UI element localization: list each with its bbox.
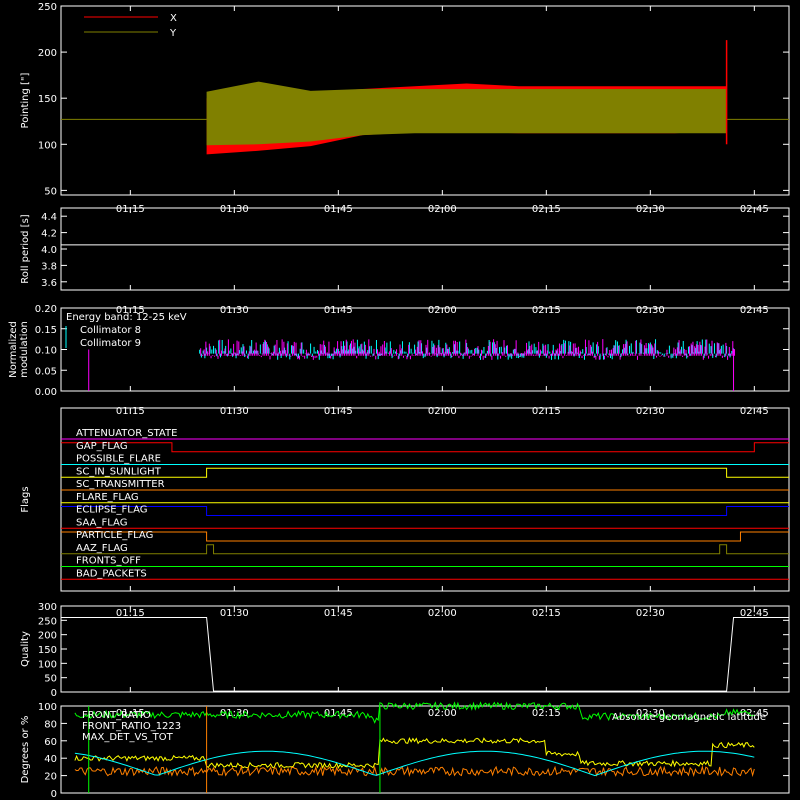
y-tick-label: 4.0 xyxy=(41,245,57,256)
flag-label-eclipse-flag: ECLIPSE_FLAG xyxy=(76,505,147,516)
flag-line-gap-flag xyxy=(61,442,789,453)
y-tick-label: 0 xyxy=(51,688,57,699)
y-tick-label: 4.2 xyxy=(41,229,57,240)
plot-frame xyxy=(60,605,790,693)
y-tick-label: 0.15 xyxy=(35,325,57,336)
x-tick-label: 02:00 xyxy=(428,708,457,719)
y-pointing-band xyxy=(206,81,727,146)
y-axis-label: Quality xyxy=(20,631,31,667)
legend-label-front-ratio: FRONT_RATIO xyxy=(82,710,151,721)
legend-label-max-det-vs-tot: MAX_DET_VS_TOT xyxy=(82,732,174,743)
flag-label-gap-flag: GAP_FLAG xyxy=(76,441,128,452)
y-tick-label: 0 xyxy=(51,789,57,800)
flag-label-particle-flag: PARTICLE_FLAG xyxy=(76,530,153,541)
flag-label-sc-in-sunlight: SC_IN_SUNLIGHT xyxy=(76,466,162,477)
y-tick-label: 100 xyxy=(38,659,57,670)
y-tick-label: 4.4 xyxy=(41,212,57,223)
flag-line-eclipse-flag xyxy=(61,506,789,516)
y-tick-label: 50 xyxy=(44,674,57,685)
y-tick-label: 20 xyxy=(44,772,57,783)
flag-label-aaz-flag: AAZ_FLAG xyxy=(76,543,128,554)
y-tick-label: 0.00 xyxy=(35,387,57,398)
legend-label-y: Y xyxy=(169,28,177,39)
y-tick-label: 200 xyxy=(38,631,57,642)
legend-label-front-ratio-1223: FRONT_RATIO_1223 xyxy=(82,721,181,732)
energy-band-annotation: Energy band: 12-25 keV xyxy=(66,312,187,323)
y-tick-label: 250 xyxy=(38,2,57,13)
y-tick-label: 0.20 xyxy=(35,304,57,315)
y-axis-label: Pointing ["] xyxy=(20,72,31,128)
y-tick-label: 250 xyxy=(38,616,57,627)
front-ratio-line xyxy=(74,737,755,770)
flag-label-sc-transmitter: SC_TRANSMITTER xyxy=(76,479,165,490)
chart-canvas: 01:15 01:30 01:45 02:00 02:15 02:30 02:4550100… xyxy=(8,2,790,800)
flag-label-attenuator-state: ATTENUATOR_STATE xyxy=(76,428,177,439)
legend-label-collimator-9: Collimator 9 xyxy=(80,338,141,349)
y-axis-label: Degrees or % xyxy=(20,716,31,784)
plot-frame xyxy=(60,207,790,291)
y-tick-label: 40 xyxy=(44,754,57,765)
quality-line xyxy=(61,616,789,692)
y-tick-label: 3.8 xyxy=(41,261,57,272)
flag-line-aaz-flag xyxy=(61,544,789,555)
flag-label-fronts-off: FRONTS_OFF xyxy=(76,556,141,567)
flag-label-saa-flag: SAA_FLAG xyxy=(76,517,127,528)
y-tick-label: 150 xyxy=(38,94,57,105)
flag-label-flare-flag: FLARE_FLAG xyxy=(76,492,139,503)
y-tick-label: 0.10 xyxy=(35,346,57,357)
y-axis-label: Flags xyxy=(20,486,31,512)
legend-label-collimator-8: Collimator 8 xyxy=(80,325,141,336)
y-tick-label: 200 xyxy=(38,48,57,59)
y-tick-label: 60 xyxy=(44,737,57,748)
flag-line-particle-flag xyxy=(61,531,789,542)
flag-label-possible-flare: POSSIBLE_FLARE xyxy=(76,454,161,465)
y-tick-label: 50 xyxy=(44,186,57,197)
y-axis-label: Normalized xyxy=(8,321,19,378)
flag-label-bad-packets: BAD_PACKETS xyxy=(76,568,147,579)
y-tick-label: 100 xyxy=(38,702,57,713)
y-tick-label: 300 xyxy=(38,602,57,613)
y-tick-label: 0.05 xyxy=(35,366,57,377)
y-tick-label: 100 xyxy=(38,140,57,151)
x-tick-label: 02:15 xyxy=(532,708,561,719)
y-axis-label: Roll period [s] xyxy=(20,214,31,283)
flag-line-sc-in-sunlight xyxy=(61,467,789,478)
y-axis-label: modulation xyxy=(19,321,30,378)
geomagnetic-latitude-label: Absolute geomagnetic latitude xyxy=(612,712,766,723)
y-tick-label: 3.6 xyxy=(41,278,57,289)
y-tick-label: 150 xyxy=(38,645,57,656)
y-tick-label: 80 xyxy=(44,719,57,730)
legend-label-x: X xyxy=(170,13,177,24)
